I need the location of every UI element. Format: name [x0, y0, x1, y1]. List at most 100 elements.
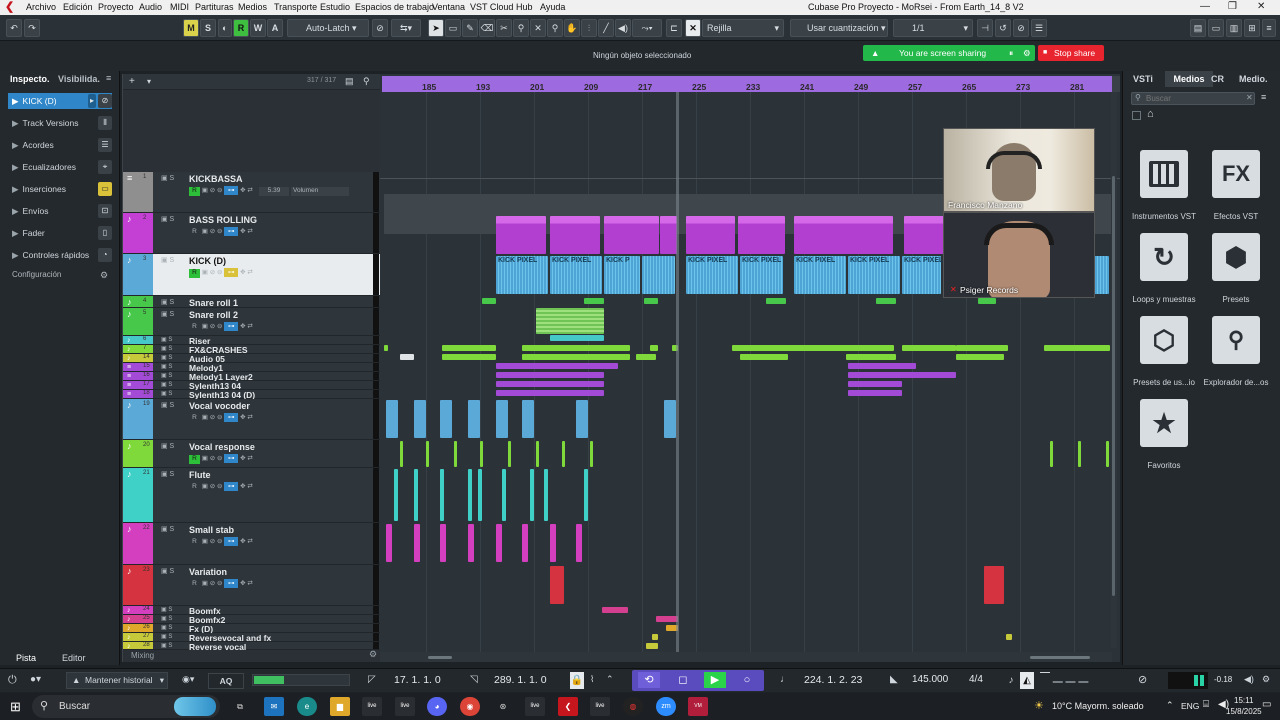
menu-partituras[interactable]: Partituras: [195, 2, 234, 12]
record-button-icon[interactable]: ○: [736, 672, 758, 688]
midi-clip[interactable]: [794, 216, 893, 254]
track-visibility-icon[interactable]: ▤: [345, 76, 354, 87]
track-row[interactable]: ≡ 18 ▣ S Sylenth13 04 (D): [123, 390, 381, 400]
track-color-strip[interactable]: ≡ 15: [123, 363, 153, 371]
tab-cr[interactable]: CR: [1211, 74, 1224, 84]
track-row[interactable]: ♪ 23 ▣ S Variation R ▣ ⊘ ⊖ ⊶ ✥ ⇄: [123, 565, 381, 606]
track-name[interactable]: Snare roll 1: [189, 298, 238, 308]
track-row[interactable]: ≡ 16 ▣ S Melody1 Layer2: [123, 372, 381, 382]
track-controls-row[interactable]: R ▣ ⊘ ⊖ ⊶ ✥ ⇄: [189, 454, 253, 464]
audio-clip[interactable]: [550, 524, 556, 562]
tab-media[interactable]: Medios: [1165, 71, 1213, 87]
project-activation-icon[interactable]: ⏻: [8, 674, 17, 687]
zoom-slider[interactable]: [1030, 656, 1090, 659]
fx-icon[interactable]: FX: [1212, 150, 1260, 198]
cubase-task-icon[interactable]: ❮: [558, 697, 578, 716]
track-color-strip[interactable]: ≡ 17: [123, 381, 153, 389]
audio-clip[interactable]: [1050, 441, 1053, 467]
audio-clip[interactable]: [386, 400, 398, 438]
mute-solo-buttons[interactable]: ▣ S: [161, 345, 172, 352]
track-row[interactable]: ♪ 28 ▣ S Reverse vocal: [123, 642, 381, 652]
menu-midi[interactable]: MIDI: [170, 2, 189, 12]
menu-archivo[interactable]: Archivo: [26, 2, 56, 12]
scissors-tool-icon[interactable]: ✂: [496, 19, 512, 37]
minimize-icon[interactable]: —: [1200, 1, 1210, 12]
position-display[interactable]: 224. 1. 2. 23: [804, 674, 862, 686]
track-row[interactable]: ♪ 22 ▣ S Small stab R ▣ ⊘ ⊖ ⊶ ✥ ⇄: [123, 523, 381, 565]
menu-medios[interactable]: Medios: [238, 2, 267, 12]
audio-clip[interactable]: [766, 298, 786, 304]
inspector-row-chords[interactable]: ▶ Acordes ☰: [8, 137, 112, 153]
menu-vstcloud[interactable]: VST Cloud: [470, 2, 513, 12]
recorder-icon[interactable]: ◍: [623, 697, 643, 716]
quantize-apply-icon[interactable]: ⊣: [977, 19, 993, 37]
presets-icon[interactable]: ⬢: [1212, 233, 1260, 281]
audio-clip[interactable]: [984, 566, 1004, 604]
add-track-menu-icon[interactable]: ▾: [147, 77, 151, 86]
audio-clip[interactable]: [442, 345, 496, 351]
audio-clip[interactable]: [642, 256, 675, 294]
maximize-icon[interactable]: ❐: [1228, 1, 1237, 12]
track-row[interactable]: ♪ 19 ▣ S Vocal vocoder R ▣ ⊘ ⊖ ⊶ ✥ ⇄: [123, 399, 381, 440]
lower-zone-icon[interactable]: ▭: [1208, 19, 1224, 37]
mute-solo-buttons[interactable]: ▣ S: [161, 215, 174, 223]
star-icon[interactable]: ★: [1140, 399, 1188, 447]
menu-ayuda[interactable]: Ayuda: [540, 2, 565, 12]
quantize-value-select[interactable]: 1/1 ▾: [893, 19, 973, 37]
midi-clip[interactable]: [496, 390, 604, 396]
mute-solo-buttons[interactable]: ▣ S: [161, 310, 174, 318]
mute-solo-buttons[interactable]: ▣ S: [161, 525, 174, 533]
audio-clip[interactable]: [584, 469, 588, 521]
voicemeeter-icon[interactable]: VM: [688, 697, 708, 716]
track-row[interactable]: ♪ 20 ▣ S Vocal response R ▣ ⊘ ⊖ ⊶ ✥ ⇄: [123, 440, 381, 468]
mute-solo-buttons[interactable]: ▣ S: [161, 442, 174, 450]
windows-start-icon[interactable]: ⊞: [10, 699, 21, 715]
track-color-strip[interactable]: ♪ 25: [123, 615, 153, 623]
track-row[interactable]: ♪ 27 ▣ S Reversevocal and fx: [123, 633, 381, 643]
inspector-row-fader[interactable]: ▶ Fader ▯: [8, 225, 112, 241]
hand-tool-icon[interactable]: ✋: [564, 19, 580, 37]
mute-solo-buttons[interactable]: ▣ S: [161, 567, 174, 575]
audio-clip[interactable]: [440, 469, 444, 521]
notifications-icon[interactable]: ▭: [1262, 699, 1271, 710]
stop-button-icon[interactable]: ◻: [672, 672, 694, 688]
automation-button[interactable]: A: [267, 19, 283, 37]
track-name[interactable]: BASS ROLLING: [189, 215, 257, 225]
track-color-strip[interactable]: ≡ 1: [123, 172, 153, 212]
mute-solo-buttons[interactable]: ▣ S: [161, 390, 172, 397]
menu-ventana[interactable]: Ventana: [432, 2, 465, 12]
edge-icon[interactable]: e: [297, 697, 317, 716]
left-locator-icon[interactable]: ◸: [368, 674, 376, 685]
zoom-tool-icon[interactable]: ⚲: [547, 19, 563, 37]
audio-clip[interactable]: [442, 354, 496, 360]
live-icon-3[interactable]: live: [525, 697, 545, 716]
right-locator-icon[interactable]: ◹: [470, 674, 478, 685]
punch-out-icon[interactable]: ⌃: [606, 674, 614, 685]
eraser-tool-icon[interactable]: ⌫: [479, 19, 495, 37]
menu-estudio[interactable]: Estudio: [320, 2, 350, 12]
mute-solo-buttons[interactable]: ▣ S: [161, 633, 172, 640]
grid-select[interactable]: Rejilla ▾: [702, 19, 784, 37]
audio-clip[interactable]: [468, 469, 472, 521]
steam-icon[interactable]: ⊛: [493, 697, 513, 716]
track-edit-icon[interactable]: ⊘: [98, 94, 112, 108]
audio-clip[interactable]: KICK PIXEL: [550, 256, 602, 294]
inspector-selected-track[interactable]: ▶ KICK (D) ▸ ⊘: [8, 93, 112, 109]
audio-clip[interactable]: [956, 354, 1004, 360]
audio-clip[interactable]: [562, 441, 565, 467]
audio-clip[interactable]: [468, 400, 480, 438]
mute-solo-buttons[interactable]: ▣ S: [161, 363, 172, 370]
constrain-icon[interactable]: ⊘: [372, 19, 388, 37]
track-row[interactable]: ♪ 21 ▣ S Flute R ▣ ⊘ ⊖ ⊶ ✥ ⇄: [123, 468, 381, 523]
inspector-row-sends[interactable]: ▶ Envíos ⊡: [8, 203, 112, 219]
track-row[interactable]: ♪ 6 ▣ S Riser: [123, 336, 381, 346]
audio-performance-icon[interactable]: ⊘: [1138, 673, 1147, 686]
audio-clip[interactable]: [846, 354, 896, 360]
snap-type-icon[interactable]: ⊏: [666, 19, 682, 37]
audio-clip[interactable]: [978, 298, 996, 304]
track-color-strip[interactable]: ♪ 28: [123, 642, 153, 650]
mute-tool-icon[interactable]: ✕: [530, 19, 546, 37]
mute-solo-buttons[interactable]: ▣ S: [161, 606, 172, 613]
track-color-strip[interactable]: ♪ 23: [123, 565, 153, 605]
track-name[interactable]: Vocal vocoder: [189, 401, 250, 411]
